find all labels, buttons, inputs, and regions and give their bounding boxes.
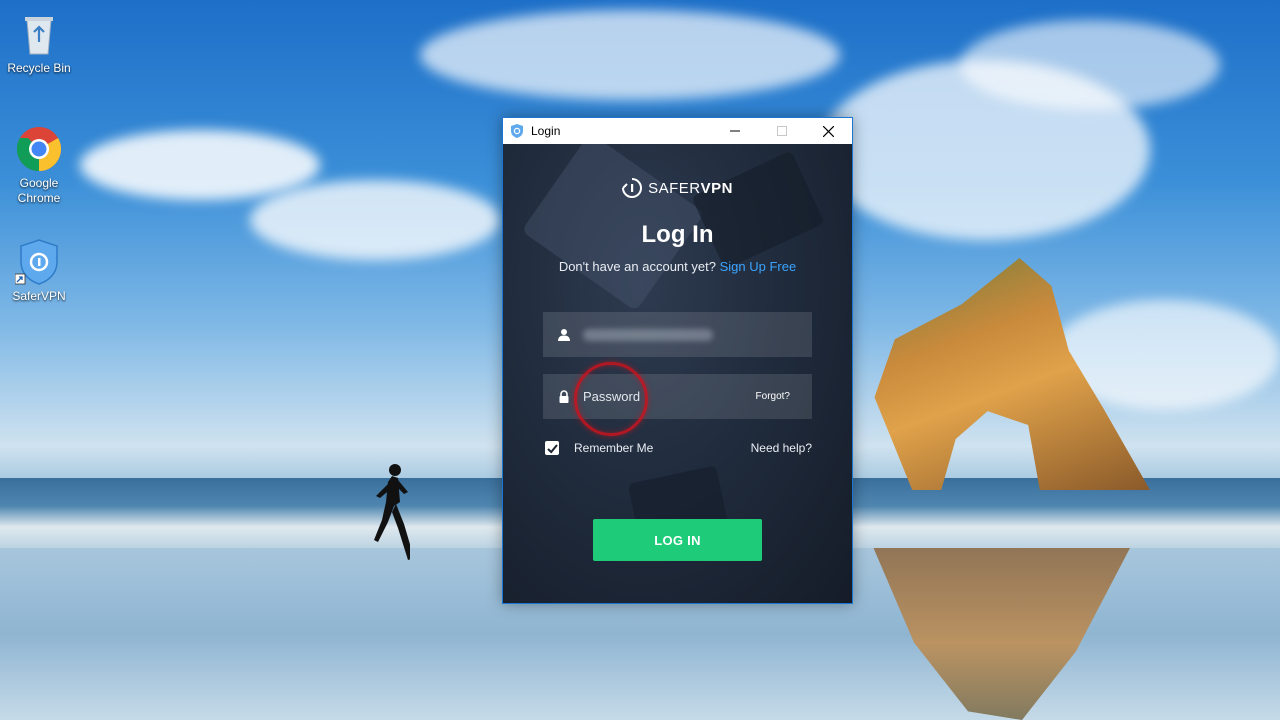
desktop-icon-label: Google Chrome [17,176,61,205]
email-value-redacted [583,328,713,341]
checkmark-icon [546,443,558,453]
minimize-button[interactable] [711,118,758,144]
brand-logo: SAFERVPN [503,178,852,198]
login-window: Login SAFERVPN Log In Don't have an acco… [502,117,853,604]
brand-text-vpn: VPN [700,179,733,197]
desktop-icon-recycle-bin[interactable]: Recycle Bin [1,10,77,76]
cloud [960,20,1220,110]
background-tablet-graphic [691,150,825,270]
safervpn-logo-icon [622,178,643,198]
runner-silhouette [374,464,410,560]
cloud [80,130,320,200]
window-title: Login [531,124,561,138]
signup-link[interactable]: Sign Up Free [720,259,797,274]
login-panel: SAFERVPN Log In Don't have an account ye… [503,144,852,603]
no-account-text: Don't have an account yet? [558,259,716,274]
click-highlight-indicator [574,362,648,436]
minimize-icon [729,130,740,132]
close-icon [823,125,834,137]
lock-icon [559,389,569,403]
email-field[interactable] [543,312,812,357]
page-title: Log In [641,221,714,248]
chrome-icon [15,125,63,173]
close-button[interactable] [805,118,852,144]
remember-me-option[interactable]: Remember Me [545,441,653,455]
desktop-icon-label: Recycle Bin [7,61,71,75]
remember-me-label: Remember Me [574,441,654,455]
desktop-icon-google-chrome[interactable]: Google Chrome [1,125,77,206]
title-bar[interactable]: Login [503,118,852,144]
safervpn-shield-icon [14,238,63,286]
maximize-icon [776,126,787,136]
desktop-icon-safervpn[interactable]: SaferVPN [1,238,77,304]
signup-prompt: Don't have an account yet? Sign Up Free [503,259,852,274]
cloud [420,10,840,100]
brand-text-safer: SAFER [648,179,701,197]
recycle-bin-icon [15,10,63,58]
remember-me-checkbox[interactable] [545,441,559,455]
desktop-icon-label: SaferVPN [12,289,66,303]
login-button[interactable]: LOG IN [593,519,762,561]
maximize-button[interactable] [758,118,805,144]
need-help-link[interactable]: Need help? [751,441,812,455]
cloud [250,180,500,260]
app-shield-icon [511,124,523,138]
user-icon [558,328,570,341]
forgot-password-link[interactable]: Forgot? [756,391,790,402]
